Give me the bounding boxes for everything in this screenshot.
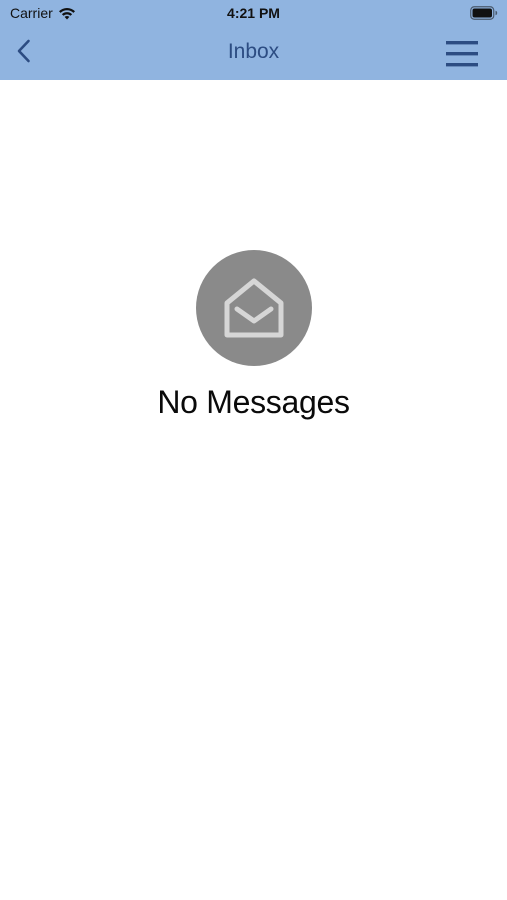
empty-message: No Messages [157,384,350,420]
inbox-screen: Carrier 4:21 PM Inbox No Messages [0,0,507,900]
hamburger-menu-icon [445,39,479,69]
battery-icon [470,6,498,20]
status-bar: Carrier 4:21 PM [0,0,507,28]
empty-inbox-state: No Messages [0,250,507,421]
navigation-bar: Inbox [0,28,507,80]
page-title: Inbox [227,40,280,63]
open-envelope-icon [195,250,312,366]
menu-button[interactable] [445,39,479,69]
status-time: 4:21 PM [227,5,280,21]
top-bar: Carrier 4:21 PM Inbox [0,0,507,80]
